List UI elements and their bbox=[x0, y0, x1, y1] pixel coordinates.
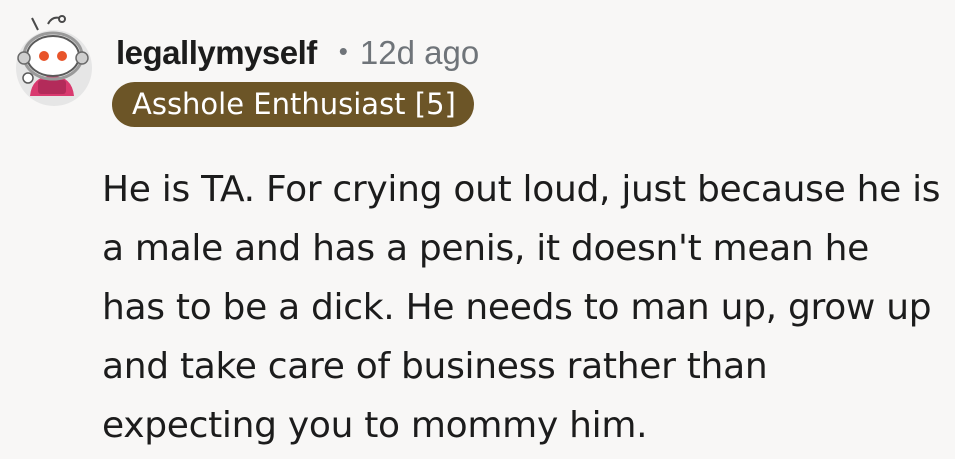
comment-timestamp[interactable]: 12d ago bbox=[360, 34, 479, 72]
username-link[interactable]: legallymyself bbox=[116, 34, 317, 72]
comment-body-text: He is TA. For crying out loud, just beca… bbox=[102, 169, 941, 446]
snoo-avatar-icon bbox=[16, 15, 92, 106]
meta-separator: • bbox=[338, 35, 348, 66]
comment-meta: legallymyself • 12d ago bbox=[116, 30, 479, 76]
comment-body: He is TA. For crying out loud, just beca… bbox=[102, 160, 942, 455]
comment: legallymyself • 12d ago Asshole Enthusia… bbox=[0, 0, 955, 459]
user-avatar[interactable] bbox=[8, 14, 98, 110]
user-flair-badge: Asshole Enthusiast [5] bbox=[112, 82, 474, 127]
